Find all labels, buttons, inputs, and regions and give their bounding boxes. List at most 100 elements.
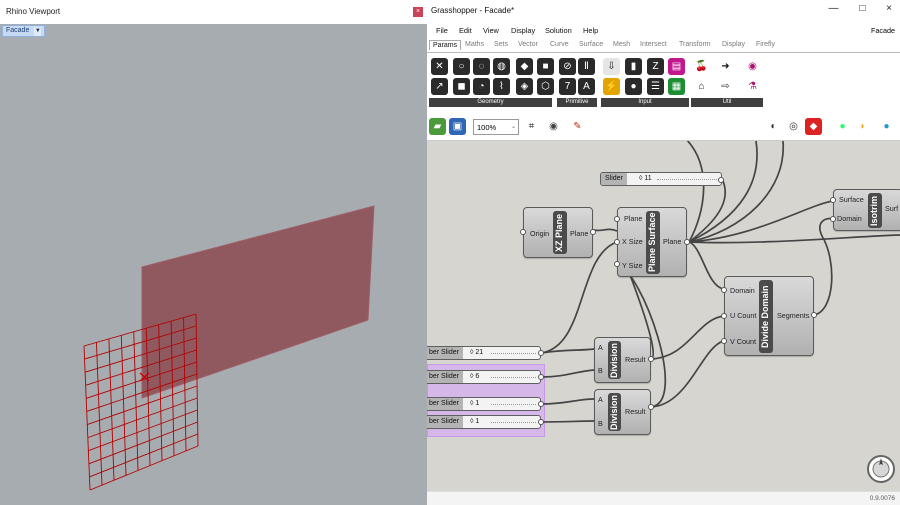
- output-grip[interactable]: [648, 356, 654, 362]
- input-grip[interactable]: [721, 338, 727, 344]
- tab-vector[interactable]: Vector: [518, 41, 538, 48]
- graph-icon[interactable]: Z: [647, 58, 664, 75]
- text-icon[interactable]: A: [578, 78, 595, 95]
- xz-plane-component[interactable]: Origin XZ Plane Plane: [523, 207, 593, 258]
- focus-icon[interactable]: ⌗: [523, 118, 540, 135]
- gradient-icon[interactable]: ▤: [668, 58, 685, 75]
- tab-curve[interactable]: Curve: [550, 41, 569, 48]
- mesh-icon[interactable]: ⬡: [537, 78, 554, 95]
- input-grip[interactable]: [614, 239, 620, 245]
- number-slider-1[interactable]: ber Slider ◊ 21: [427, 346, 541, 360]
- tab-intersect[interactable]: Intersect: [640, 41, 667, 48]
- shaded-icon[interactable]: ◎: [785, 118, 802, 135]
- jelly-icon[interactable]: ◉: [744, 58, 761, 75]
- output-grip[interactable]: [684, 239, 690, 245]
- tab-sets[interactable]: Sets: [494, 41, 508, 48]
- tab-display[interactable]: Display: [722, 41, 745, 48]
- output-grip[interactable]: [538, 374, 544, 380]
- isotrim-component[interactable]: Surface Domain Isotrim Surf: [833, 189, 900, 231]
- gh-canvas[interactable]: Slider ◊ 11 Origin XZ Plane Plane Plane …: [427, 141, 900, 491]
- flask-icon[interactable]: ⚗: [744, 78, 761, 95]
- sketch-icon[interactable]: ✎: [569, 118, 586, 135]
- wire-s2-b: [540, 369, 595, 378]
- input-grip[interactable]: [830, 216, 836, 222]
- input-grip[interactable]: [614, 216, 620, 222]
- menu-edit[interactable]: Edit: [459, 26, 472, 35]
- output-grip[interactable]: [538, 350, 544, 356]
- division-component-2[interactable]: A B Division Result: [594, 389, 651, 435]
- number-slider-top[interactable]: Slider ◊ 11: [600, 172, 722, 186]
- save-icon[interactable]: ▣: [449, 118, 466, 135]
- input-grip[interactable]: [721, 287, 727, 293]
- hub-icon[interactable]: ⌂: [693, 78, 710, 95]
- arrow-right-icon[interactable]: ➜: [717, 58, 734, 75]
- tab-mesh[interactable]: Mesh: [613, 41, 630, 48]
- boolean-icon[interactable]: ⊘: [559, 58, 576, 75]
- plane-surface-component[interactable]: Plane X Size Y Size Plane Surface Plane: [617, 207, 687, 277]
- port-a: A: [598, 395, 603, 404]
- navigation-compass-icon[interactable]: [866, 454, 896, 484]
- menu-solution[interactable]: Solution: [545, 26, 572, 35]
- output-grip[interactable]: [718, 177, 724, 183]
- menu-file[interactable]: File: [436, 26, 448, 35]
- close-icon[interactable]: ×: [413, 7, 423, 17]
- output-grip[interactable]: [590, 229, 596, 235]
- output-grip[interactable]: [648, 404, 654, 410]
- tab-firefly[interactable]: Firefly: [756, 41, 775, 48]
- menu-view[interactable]: View: [483, 26, 499, 35]
- box-icon[interactable]: ■: [537, 58, 554, 75]
- tab-maths[interactable]: Maths: [465, 41, 484, 48]
- menu-help[interactable]: Help: [583, 26, 598, 35]
- number-slider-4[interactable]: ber Slider ◊ 1: [427, 415, 541, 429]
- circle-icon[interactable]: ○: [453, 58, 470, 75]
- number-icon[interactable]: 7: [559, 78, 576, 95]
- input-grip[interactable]: [614, 261, 620, 267]
- open-file-icon[interactable]: ▰: [429, 118, 446, 135]
- point-icon[interactable]: ✕: [431, 58, 448, 75]
- polyline-icon[interactable]: ⌇: [493, 78, 510, 95]
- menu-display[interactable]: Display: [511, 26, 535, 35]
- input-grip[interactable]: [830, 197, 836, 203]
- relay-icon[interactable]: ⇨: [717, 78, 734, 95]
- divide-domain-component[interactable]: Domain U Count V Count Divide Domain Seg…: [724, 276, 814, 356]
- input-grip[interactable]: [520, 229, 526, 235]
- surface-icon[interactable]: ◆: [516, 58, 533, 75]
- zoom-dropdown[interactable]: 100% ⌄: [473, 119, 519, 135]
- arc-icon[interactable]: ◔: [473, 78, 490, 95]
- cherry-icon[interactable]: 🍒: [693, 58, 710, 75]
- tab-surface[interactable]: Surface: [579, 41, 603, 48]
- eye-icon[interactable]: ◉: [545, 118, 562, 135]
- toggle-icon[interactable]: ▮: [625, 58, 642, 75]
- vector-icon[interactable]: ↗: [431, 78, 448, 95]
- maximize-icon[interactable]: □: [859, 3, 865, 14]
- preview-selected-icon[interactable]: ◆: [805, 118, 822, 135]
- tab-params[interactable]: Params: [429, 40, 462, 50]
- close-icon[interactable]: ×: [886, 3, 892, 14]
- plane-icon[interactable]: ◼: [453, 78, 470, 95]
- tab-transform[interactable]: Transform: [679, 41, 711, 48]
- slider-icon[interactable]: ●: [625, 78, 642, 95]
- output-grip[interactable]: [538, 401, 544, 407]
- canvas-toolbar: ▰ ▣ 100% ⌄ ⌗ ◉ ✎ ◐ ◎ ◆ ● ◑ ●: [427, 113, 900, 141]
- globe-icon[interactable]: ●: [878, 118, 895, 135]
- plane-surface-label: Plane Surface: [646, 211, 660, 274]
- matrix-icon[interactable]: ▦: [668, 78, 685, 95]
- division-component-1[interactable]: A B Division Result: [594, 337, 651, 383]
- value-list-icon[interactable]: ☰: [647, 78, 664, 95]
- output-grip[interactable]: [538, 419, 544, 425]
- input-grip[interactable]: [721, 313, 727, 319]
- rhino-viewport[interactable]: Facade ▼: [0, 24, 427, 505]
- fancy-wires-icon[interactable]: ◑: [853, 118, 870, 135]
- line-icon[interactable]: ◍: [493, 58, 510, 75]
- integer-icon[interactable]: Ⅱ: [578, 58, 595, 75]
- import-icon[interactable]: ⚡: [603, 78, 620, 95]
- number-slider-2[interactable]: ber Slider ◊ 6: [427, 370, 541, 384]
- minimize-icon[interactable]: —: [829, 3, 839, 14]
- brep-icon[interactable]: ◈: [516, 78, 533, 95]
- bake-icon[interactable]: ●: [834, 118, 851, 135]
- preview-icon[interactable]: ◐: [765, 118, 782, 135]
- number-slider-3[interactable]: ber Slider ◊ 1: [427, 397, 541, 411]
- curve-icon[interactable]: ◌: [473, 58, 490, 75]
- output-grip[interactable]: [811, 312, 817, 318]
- panel-icon[interactable]: ⇩: [603, 58, 620, 75]
